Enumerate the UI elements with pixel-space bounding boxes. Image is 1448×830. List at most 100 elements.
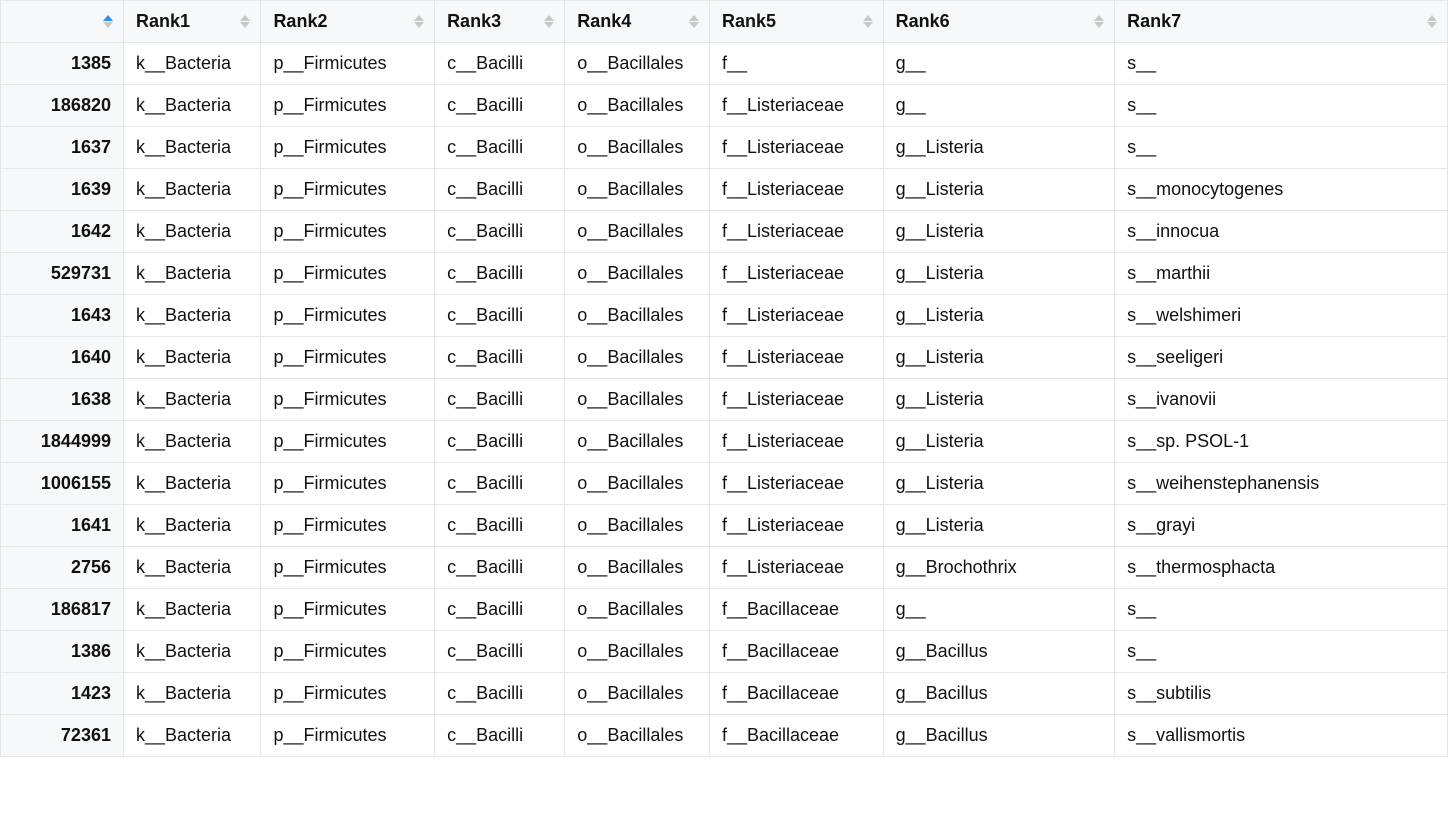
cell-rank3[interactable]: c__Bacilli <box>435 295 565 337</box>
cell-rank2[interactable]: p__Firmicutes <box>261 715 435 757</box>
cell-rank1[interactable]: k__Bacteria <box>123 505 260 547</box>
cell-rank5[interactable]: f__Listeriaceae <box>709 211 883 253</box>
cell-rank3[interactable]: c__Bacilli <box>435 85 565 127</box>
cell-rank6[interactable]: g__Listeria <box>883 127 1115 169</box>
cell-rank5[interactable]: f__Listeriaceae <box>709 505 883 547</box>
column-header-rank7[interactable]: Rank7 <box>1115 1 1448 43</box>
cell-rank3[interactable]: c__Bacilli <box>435 547 565 589</box>
cell-rank7[interactable]: s__innocua <box>1115 211 1448 253</box>
cell-rank6[interactable]: g__Listeria <box>883 253 1115 295</box>
cell-rank3[interactable]: c__Bacilli <box>435 211 565 253</box>
cell-rank2[interactable]: p__Firmicutes <box>261 85 435 127</box>
cell-rank7[interactable]: s__grayi <box>1115 505 1448 547</box>
cell-rank6[interactable]: g__Listeria <box>883 169 1115 211</box>
cell-rank5[interactable]: f__Listeriaceae <box>709 547 883 589</box>
cell-rank2[interactable]: p__Firmicutes <box>261 211 435 253</box>
cell-rank5[interactable]: f__Bacillaceae <box>709 715 883 757</box>
sort-icon[interactable] <box>238 13 252 31</box>
cell-rank3[interactable]: c__Bacilli <box>435 43 565 85</box>
cell-rank6[interactable]: g__ <box>883 589 1115 631</box>
cell-rank1[interactable]: k__Bacteria <box>123 253 260 295</box>
cell-rank4[interactable]: o__Bacillales <box>565 253 710 295</box>
cell-rank2[interactable]: p__Firmicutes <box>261 43 435 85</box>
cell-rank7[interactable]: s__ <box>1115 631 1448 673</box>
cell-rank1[interactable]: k__Bacteria <box>123 85 260 127</box>
cell-rank3[interactable]: c__Bacilli <box>435 169 565 211</box>
cell-rank4[interactable]: o__Bacillales <box>565 43 710 85</box>
row-id-cell[interactable]: 1844999 <box>1 421 124 463</box>
row-id-cell[interactable]: 1006155 <box>1 463 124 505</box>
cell-rank6[interactable]: g__Bacillus <box>883 631 1115 673</box>
cell-rank3[interactable]: c__Bacilli <box>435 253 565 295</box>
cell-rank6[interactable]: g__Listeria <box>883 463 1115 505</box>
row-id-cell[interactable]: 1386 <box>1 631 124 673</box>
cell-rank4[interactable]: o__Bacillales <box>565 169 710 211</box>
row-id-cell[interactable]: 1643 <box>1 295 124 337</box>
column-header-rank5[interactable]: Rank5 <box>709 1 883 43</box>
row-id-cell[interactable]: 1642 <box>1 211 124 253</box>
cell-rank3[interactable]: c__Bacilli <box>435 379 565 421</box>
cell-rank4[interactable]: o__Bacillales <box>565 505 710 547</box>
row-id-cell[interactable]: 1423 <box>1 673 124 715</box>
cell-rank4[interactable]: o__Bacillales <box>565 211 710 253</box>
cell-rank6[interactable]: g__ <box>883 85 1115 127</box>
cell-rank6[interactable]: g__Listeria <box>883 379 1115 421</box>
cell-rank5[interactable]: f__Listeriaceae <box>709 379 883 421</box>
cell-rank7[interactable]: s__ <box>1115 85 1448 127</box>
cell-rank2[interactable]: p__Firmicutes <box>261 169 435 211</box>
cell-rank3[interactable]: c__Bacilli <box>435 505 565 547</box>
sort-icon[interactable] <box>1425 13 1439 31</box>
cell-rank1[interactable]: k__Bacteria <box>123 295 260 337</box>
cell-rank6[interactable]: g__Listeria <box>883 421 1115 463</box>
cell-rank1[interactable]: k__Bacteria <box>123 547 260 589</box>
cell-rank4[interactable]: o__Bacillales <box>565 547 710 589</box>
cell-rank7[interactable]: s__ <box>1115 127 1448 169</box>
cell-rank1[interactable]: k__Bacteria <box>123 169 260 211</box>
cell-rank2[interactable]: p__Firmicutes <box>261 337 435 379</box>
row-id-cell[interactable]: 2756 <box>1 547 124 589</box>
row-id-cell[interactable]: 72361 <box>1 715 124 757</box>
cell-rank1[interactable]: k__Bacteria <box>123 337 260 379</box>
cell-rank4[interactable]: o__Bacillales <box>565 673 710 715</box>
cell-rank4[interactable]: o__Bacillales <box>565 379 710 421</box>
cell-rank2[interactable]: p__Firmicutes <box>261 421 435 463</box>
cell-rank1[interactable]: k__Bacteria <box>123 127 260 169</box>
cell-rank4[interactable]: o__Bacillales <box>565 715 710 757</box>
cell-rank5[interactable]: f__Listeriaceae <box>709 337 883 379</box>
cell-rank5[interactable]: f__Bacillaceae <box>709 631 883 673</box>
cell-rank4[interactable]: o__Bacillales <box>565 337 710 379</box>
cell-rank6[interactable]: g__ <box>883 43 1115 85</box>
cell-rank7[interactable]: s__vallismortis <box>1115 715 1448 757</box>
cell-rank2[interactable]: p__Firmicutes <box>261 253 435 295</box>
cell-rank5[interactable]: f__Listeriaceae <box>709 169 883 211</box>
cell-rank3[interactable]: c__Bacilli <box>435 631 565 673</box>
cell-rank5[interactable]: f__Listeriaceae <box>709 127 883 169</box>
cell-rank7[interactable]: s__ <box>1115 43 1448 85</box>
cell-rank6[interactable]: g__Bacillus <box>883 715 1115 757</box>
cell-rank6[interactable]: g__Listeria <box>883 211 1115 253</box>
cell-rank5[interactable]: f__Bacillaceae <box>709 589 883 631</box>
column-header-rank1[interactable]: Rank1 <box>123 1 260 43</box>
column-header-rank4[interactable]: Rank4 <box>565 1 710 43</box>
cell-rank3[interactable]: c__Bacilli <box>435 421 565 463</box>
cell-rank2[interactable]: p__Firmicutes <box>261 379 435 421</box>
cell-rank1[interactable]: k__Bacteria <box>123 631 260 673</box>
column-header-rank2[interactable]: Rank2 <box>261 1 435 43</box>
cell-rank2[interactable]: p__Firmicutes <box>261 295 435 337</box>
row-id-cell[interactable]: 1641 <box>1 505 124 547</box>
cell-rank3[interactable]: c__Bacilli <box>435 715 565 757</box>
cell-rank2[interactable]: p__Firmicutes <box>261 463 435 505</box>
column-header-id[interactable] <box>1 1 124 43</box>
cell-rank5[interactable]: f__Bacillaceae <box>709 673 883 715</box>
cell-rank1[interactable]: k__Bacteria <box>123 463 260 505</box>
cell-rank1[interactable]: k__Bacteria <box>123 379 260 421</box>
cell-rank5[interactable]: f__Listeriaceae <box>709 295 883 337</box>
cell-rank7[interactable]: s__ivanovii <box>1115 379 1448 421</box>
cell-rank5[interactable]: f__Listeriaceae <box>709 421 883 463</box>
cell-rank1[interactable]: k__Bacteria <box>123 421 260 463</box>
cell-rank4[interactable]: o__Bacillales <box>565 85 710 127</box>
cell-rank4[interactable]: o__Bacillales <box>565 295 710 337</box>
cell-rank7[interactable]: s__seeligeri <box>1115 337 1448 379</box>
sort-icon[interactable] <box>1092 13 1106 31</box>
row-id-cell[interactable]: 1638 <box>1 379 124 421</box>
